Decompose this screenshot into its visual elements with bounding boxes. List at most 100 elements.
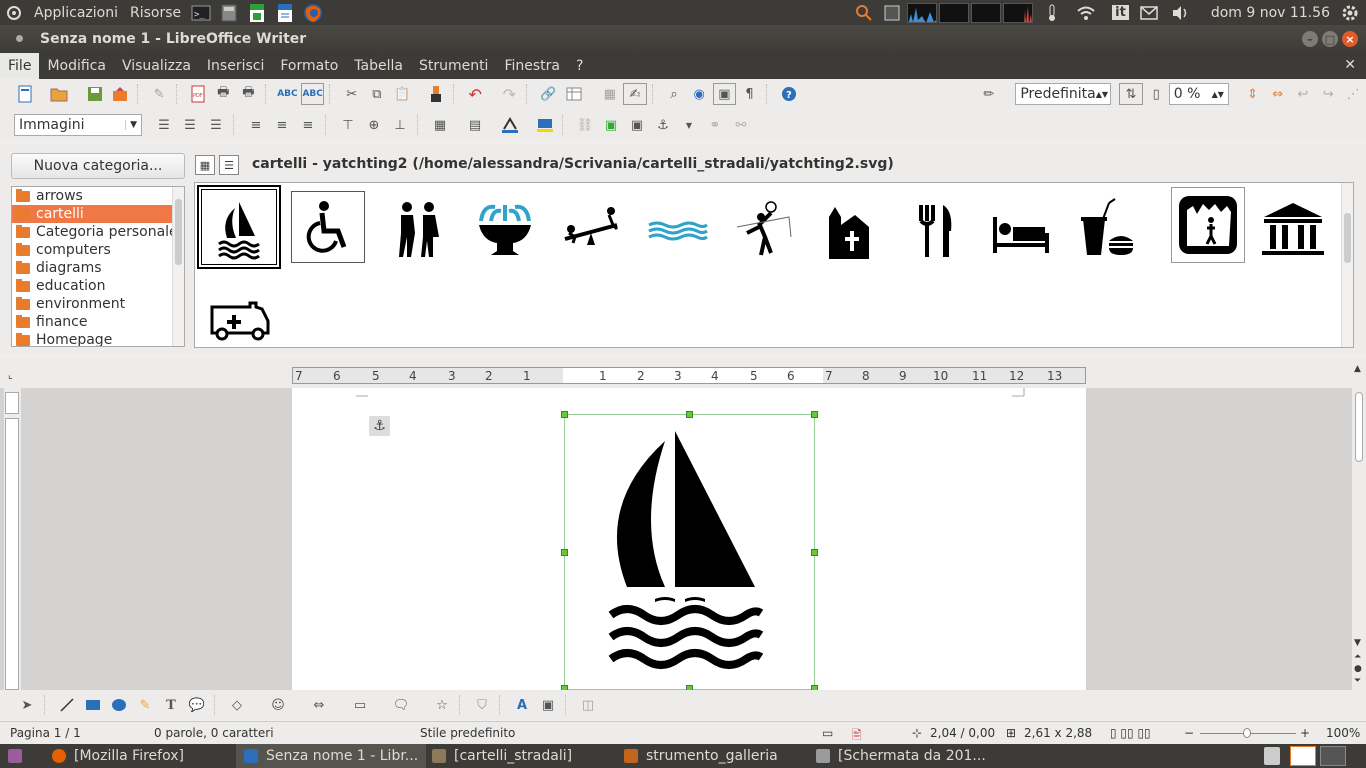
align-center-icon[interactable]: ≡	[270, 114, 294, 136]
museum-icon[interactable]	[1251, 187, 1335, 271]
export-icon[interactable]	[109, 83, 132, 105]
line-icon[interactable]	[55, 694, 79, 716]
window-menu-dot-icon[interactable]	[16, 35, 23, 42]
send-backward-icon[interactable]: ▣	[625, 114, 649, 136]
places-menu[interactable]: Risorse	[124, 5, 187, 21]
extrusion-icon[interactable]: ◫	[576, 694, 600, 716]
points-icon[interactable]: ⛉	[470, 694, 494, 716]
zoom-level[interactable]: 100%	[1326, 726, 1360, 740]
chart-icon[interactable]: ▦	[598, 83, 621, 105]
navigation-icon[interactable]: ●	[1354, 664, 1362, 674]
resize-handle[interactable]	[811, 411, 818, 418]
spreadsheet-icon[interactable]	[247, 3, 267, 22]
from-file-icon[interactable]: ▣	[536, 694, 560, 716]
rotate-left-icon[interactable]: ↩	[1291, 83, 1314, 105]
horizontal-ruler[interactable]: 7 6 5 4 3 2 1 1 2 3 4 5 6 7 8 9 10 11 12…	[292, 367, 1086, 384]
wrap-off-icon[interactable]: ☰	[152, 114, 176, 136]
sailing-image[interactable]	[565, 415, 816, 690]
volleyball-icon[interactable]	[721, 187, 805, 271]
anchor-icon[interactable]: ⚓	[369, 416, 390, 436]
image-frame[interactable]	[561, 411, 818, 690]
menu-tabella[interactable]: Tabella	[346, 58, 411, 74]
rectangle-icon[interactable]	[81, 694, 105, 716]
task-screenshot[interactable]: [Schermata da 201...	[816, 744, 996, 768]
trash-icon[interactable]	[1264, 747, 1280, 765]
ambulance-icon[interactable]	[197, 275, 281, 359]
cut-icon[interactable]: ✂	[340, 83, 363, 105]
frame-style-combo[interactable]: Predefinita ▲▼	[1015, 83, 1112, 105]
navigator-icon[interactable]: ◉	[688, 83, 711, 105]
hyperlink-icon[interactable]: 🔗	[537, 83, 560, 105]
ubuntu-logo-icon[interactable]	[4, 4, 24, 22]
document-scrollbar[interactable]: ▲ ▼ ⏶ ● ⏷	[1352, 362, 1366, 690]
volume-icon[interactable]	[1171, 4, 1191, 22]
vertical-ruler[interactable]	[4, 388, 21, 690]
category-item[interactable]: Homepage	[12, 331, 184, 346]
gallery-icon[interactable]: ▣	[712, 83, 736, 105]
minimize-button[interactable]: –	[1302, 31, 1318, 47]
align-left-icon[interactable]: ≡	[244, 114, 268, 136]
wrap-page-icon[interactable]: ☰	[178, 114, 202, 136]
menu-finestra[interactable]: Finestra	[496, 58, 568, 74]
show-desktop-icon[interactable]	[8, 749, 22, 763]
category-item[interactable]: environment	[12, 295, 184, 313]
align-middle-icon[interactable]: ⊕	[362, 114, 386, 136]
previous-page-icon[interactable]: ⏶	[1354, 652, 1361, 662]
search-lens-icon[interactable]	[854, 4, 874, 22]
formatting-marks-icon[interactable]: ¶	[738, 83, 761, 105]
wheelchair-icon[interactable]	[291, 191, 365, 263]
hotel-bed-icon[interactable]	[979, 187, 1063, 271]
zoom-in-icon[interactable]: +	[1300, 726, 1310, 740]
gear-icon[interactable]	[1340, 4, 1360, 22]
close-document-icon[interactable]: ✕	[1344, 57, 1356, 73]
terminal-icon[interactable]: >_	[191, 4, 211, 22]
task-firefox[interactable]: [Mozilla Firefox]	[52, 744, 232, 768]
border-color-icon[interactable]	[498, 114, 522, 136]
calculator-icon[interactable]	[219, 4, 239, 22]
borders-icon[interactable]: ▦	[428, 114, 452, 136]
text-box-icon[interactable]: T	[159, 694, 183, 716]
cpu-graph[interactable]	[907, 2, 938, 23]
paste-icon[interactable]: 📋	[390, 83, 413, 105]
align-top-icon[interactable]: ⊤	[336, 114, 360, 136]
category-item[interactable]: computers	[12, 241, 184, 259]
menu-strumenti[interactable]: Strumenti	[411, 58, 497, 74]
gallery-scrollbar[interactable]	[1341, 183, 1353, 347]
menu-help[interactable]: ?	[568, 58, 591, 74]
background-color-icon[interactable]	[533, 114, 557, 136]
task-strumento[interactable]: strumento_galleria	[624, 744, 804, 768]
export-pdf-icon[interactable]: PDF	[187, 83, 210, 105]
fontwork-icon[interactable]: A	[510, 694, 534, 716]
select-pointer-icon[interactable]: ➤	[15, 694, 39, 716]
resize-handle[interactable]	[811, 549, 818, 556]
thermometer-icon[interactable]	[1042, 4, 1062, 22]
flowchart-icon[interactable]: ▭	[348, 694, 372, 716]
category-item[interactable]: diagrams	[12, 259, 184, 277]
save-icon[interactable]	[83, 83, 106, 105]
category-item[interactable]: arrows	[12, 187, 184, 205]
window-titlebar[interactable]: Senza nome 1 - LibreOffice Writer – □ ×	[0, 25, 1366, 53]
callouts-icon[interactable]: 🗨	[389, 694, 413, 716]
seesaw-icon[interactable]	[549, 187, 633, 271]
net-graph[interactable]	[971, 2, 1002, 23]
fountain-icon[interactable]	[463, 187, 547, 271]
open-icon[interactable]	[47, 83, 70, 105]
restaurant-icon[interactable]	[893, 187, 977, 271]
symbol-shapes-icon[interactable]: ☺	[266, 694, 290, 716]
autofit-icon[interactable]: ✏	[977, 83, 1000, 105]
menu-file[interactable]: File	[0, 53, 40, 79]
block-arrows-icon[interactable]: ⇔	[307, 694, 331, 716]
frame-type-combo[interactable]: Immagini ▼	[14, 114, 142, 136]
percent-spin[interactable]: 0 % ▲▼	[1168, 83, 1229, 105]
category-item[interactable]: education	[12, 277, 184, 295]
spellcheck-icon[interactable]: ABC	[276, 83, 299, 105]
chapel-icon[interactable]	[807, 187, 891, 271]
menu-visualizza[interactable]: Visualizza	[114, 58, 199, 74]
category-scrollbar[interactable]	[172, 187, 184, 346]
icon-view-icon[interactable]: ▦	[195, 155, 215, 175]
align-bottom-icon[interactable]: ⊥	[388, 114, 412, 136]
edit-mode-icon[interactable]: ✎	[148, 83, 171, 105]
basic-shapes-icon[interactable]: ◇	[225, 694, 249, 716]
disk-graph[interactable]	[1003, 2, 1034, 23]
wrap-icon[interactable]: ⇅	[1119, 83, 1143, 105]
